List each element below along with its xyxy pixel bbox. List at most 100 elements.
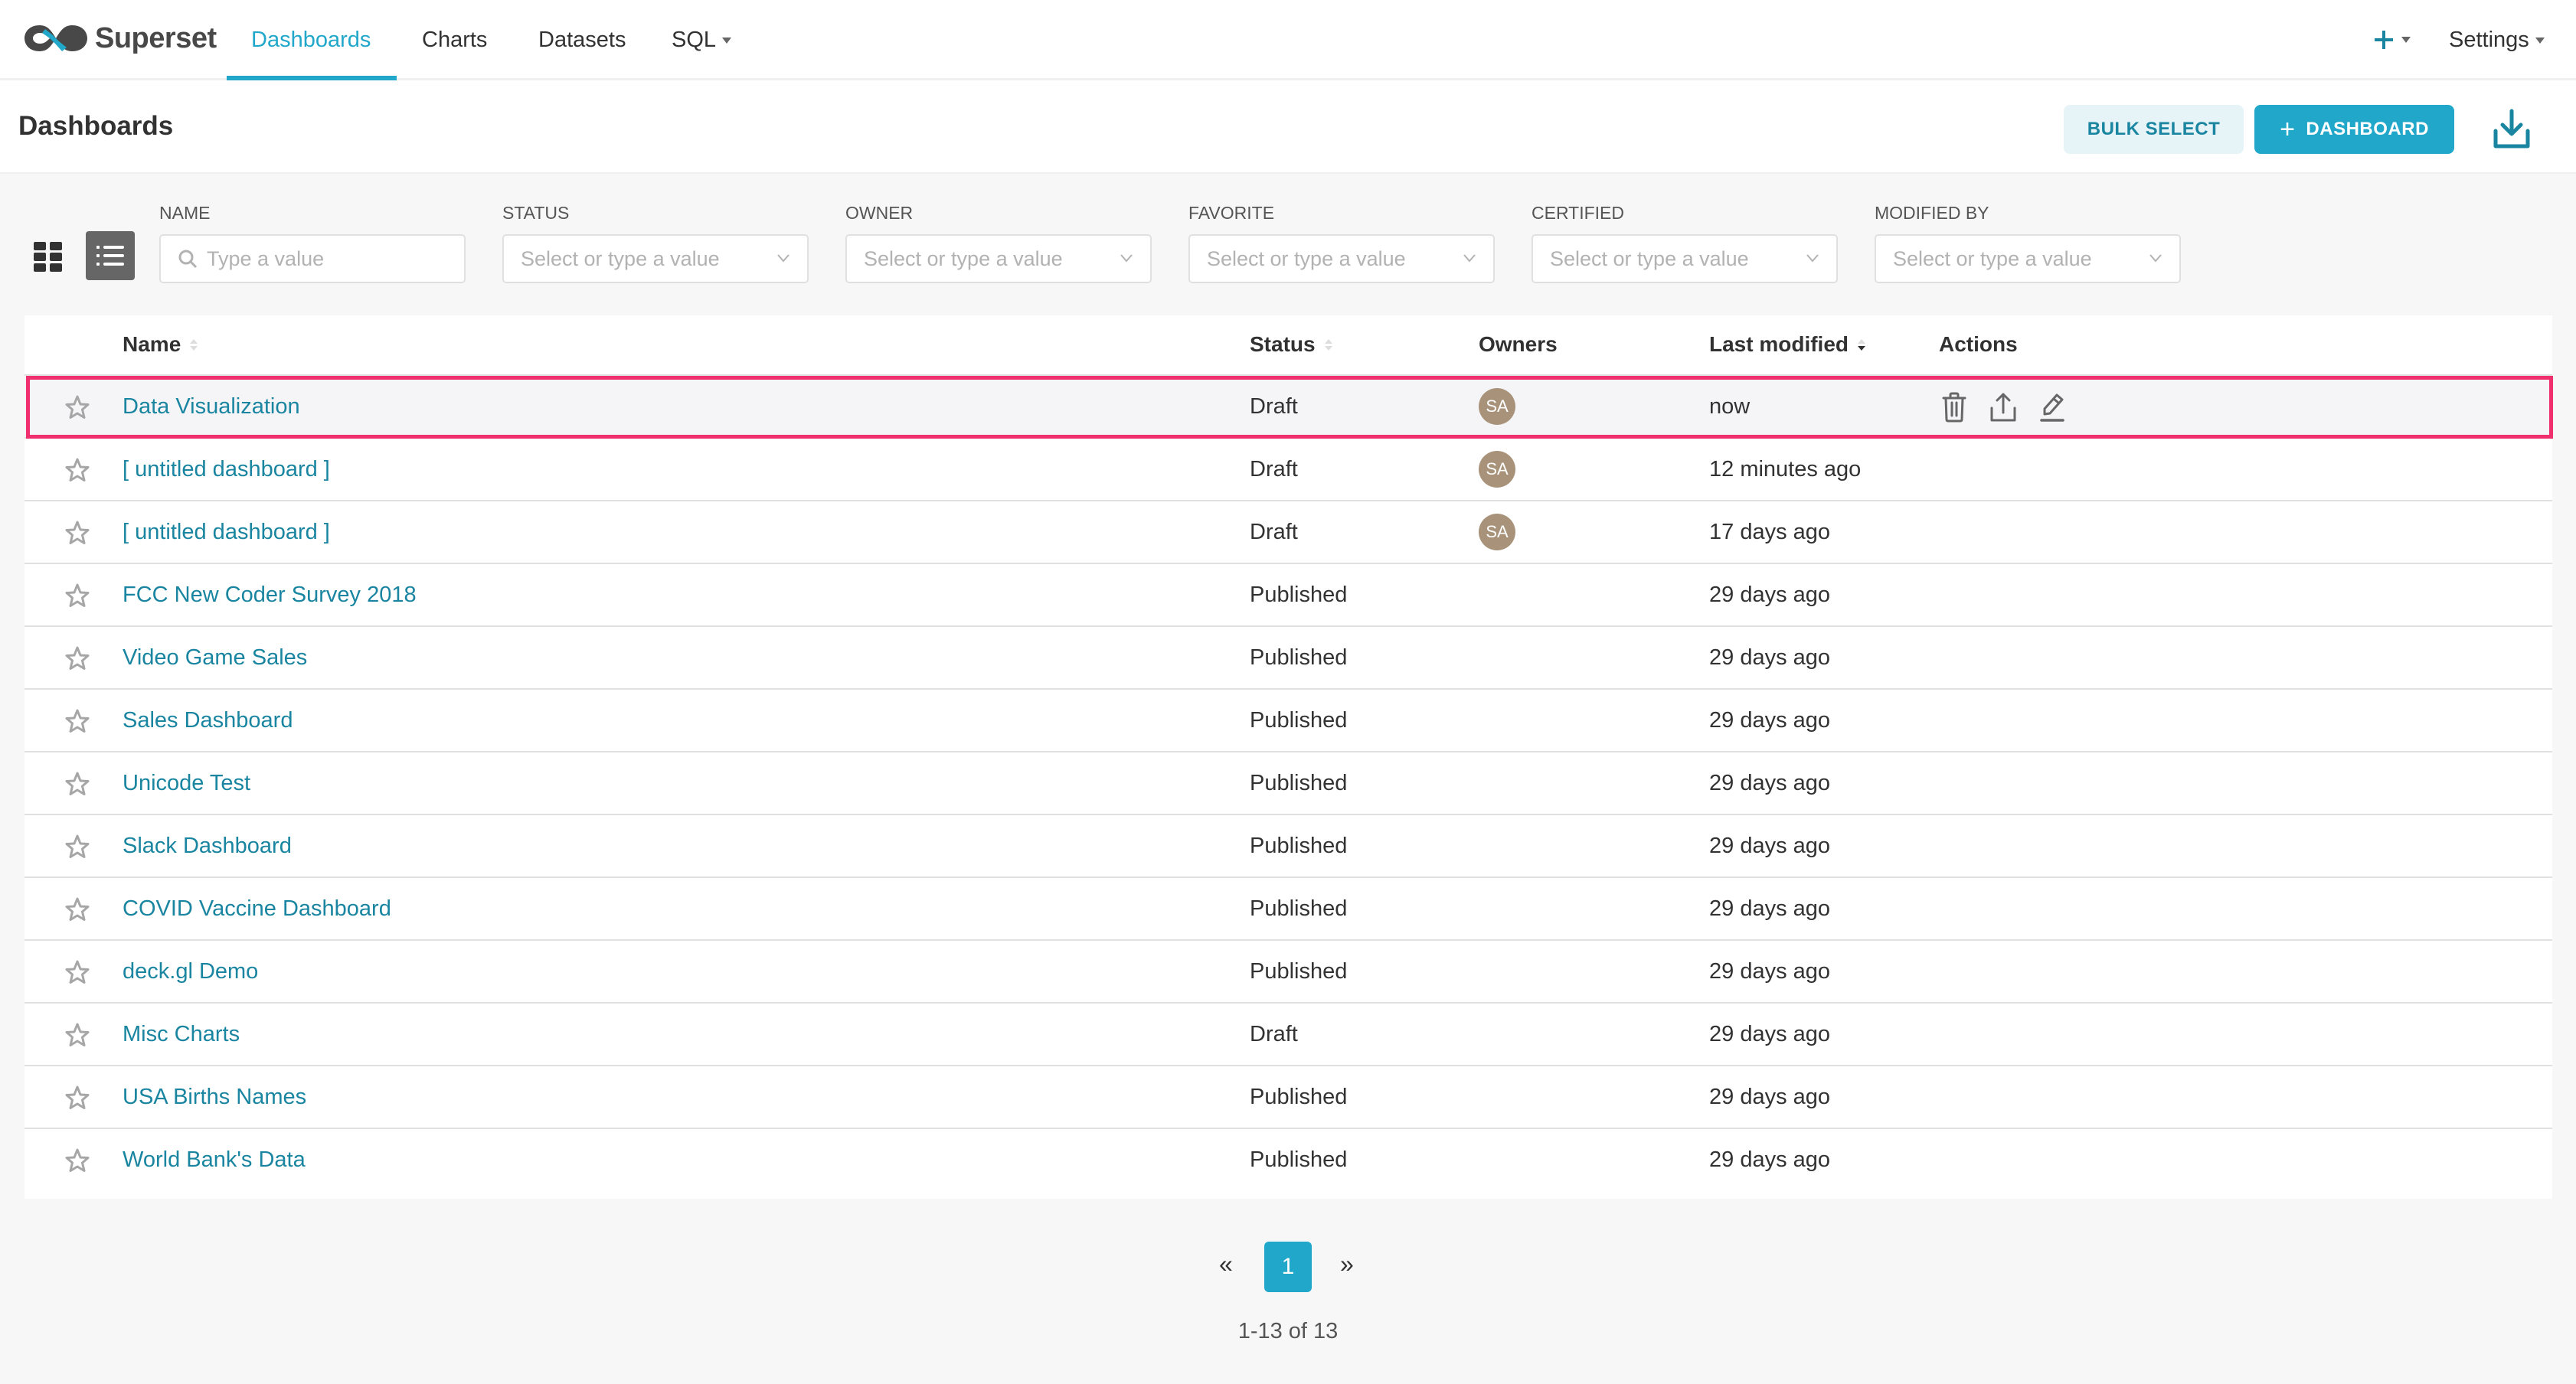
page-header: Dashboards BULK SELECT + DASHBOARD: [0, 80, 2576, 174]
star-icon[interactable]: [64, 896, 90, 922]
status-text: Published: [1250, 645, 1348, 670]
dashboard-name-link[interactable]: Sales Dashboard: [123, 705, 293, 736]
dashboard-name-link[interactable]: World Bank's Data: [123, 1144, 306, 1175]
table-row[interactable]: Video Game Sales Published 29 days ago: [25, 625, 2552, 688]
dashboard-name-link[interactable]: Misc Charts: [123, 1019, 240, 1049]
filter-placeholder: Select or type a value: [864, 246, 1063, 270]
filter-owner: OWNER Select or type a value: [845, 201, 1152, 283]
table-row[interactable]: Misc Charts Draft 29 days ago: [25, 1002, 2552, 1065]
star-icon[interactable]: [64, 394, 90, 420]
nav-dashboards[interactable]: Dashboards: [251, 23, 371, 57]
pagination-page-current[interactable]: 1: [1264, 1242, 1312, 1292]
pagination-prev[interactable]: «: [1219, 1250, 1233, 1278]
table-header: Name Status Owners Last modified Actions: [25, 315, 2552, 374]
pagination-summary: 1-13 of 13: [1237, 1319, 1339, 1343]
table-row[interactable]: deck.gl Demo Published 29 days ago: [25, 939, 2552, 1002]
table-row[interactable]: USA Births Names Published 29 days ago: [25, 1065, 2552, 1128]
dashboard-name-link[interactable]: Unicode Test: [123, 768, 250, 798]
table-row[interactable]: Data Visualization Draft SA now: [25, 374, 2552, 437]
nav-sql[interactable]: SQL: [672, 23, 732, 57]
edit-icon[interactable]: [2037, 391, 2068, 423]
star-icon[interactable]: [64, 834, 90, 860]
card-view-toggle[interactable]: [32, 240, 64, 273]
star-icon[interactable]: [64, 708, 90, 734]
status-text: Published: [1250, 583, 1348, 607]
add-dashboard-button[interactable]: + DASHBOARD: [2254, 105, 2454, 154]
share-icon[interactable]: [1988, 391, 2019, 423]
filter-placeholder: Select or type a value: [1550, 246, 1749, 270]
star-icon[interactable]: [64, 1022, 90, 1048]
filter-certified: CERTIFIED Select or type a value: [1532, 201, 1838, 283]
dashboard-name-link[interactable]: Video Game Sales: [123, 642, 307, 673]
caret-down-icon: [722, 38, 732, 44]
caret-down-icon: [2401, 37, 2411, 43]
chevron-down-icon: [1806, 254, 1819, 263]
star-icon[interactable]: [64, 645, 90, 671]
settings-menu[interactable]: Settings: [2449, 23, 2545, 57]
column-header-actions: Actions: [1939, 332, 2018, 356]
column-header-last-modified[interactable]: Last modified: [1709, 329, 1866, 360]
nav-charts[interactable]: Charts: [422, 23, 487, 57]
last-modified-text: 29 days ago: [1709, 834, 1831, 858]
star-icon[interactable]: [64, 771, 90, 797]
star-icon[interactable]: [64, 959, 90, 985]
nav-sql-label: SQL: [672, 28, 717, 52]
modified-by-select[interactable]: Select or type a value: [1875, 234, 2181, 283]
new-item-menu[interactable]: [2372, 21, 2411, 58]
dashboard-name-link[interactable]: USA Births Names: [123, 1082, 306, 1112]
owner-avatar[interactable]: SA: [1479, 514, 1515, 550]
table-row[interactable]: Slack Dashboard Published 29 days ago: [25, 814, 2552, 876]
name-search-input[interactable]: Type a value: [159, 234, 466, 283]
bulk-select-button[interactable]: BULK SELECT: [2064, 105, 2244, 154]
star-icon[interactable]: [64, 1147, 90, 1173]
status-text: Draft: [1250, 394, 1298, 419]
last-modified-text: now: [1709, 394, 1751, 419]
status-select[interactable]: Select or type a value: [502, 234, 809, 283]
owner-avatar[interactable]: SA: [1479, 451, 1515, 488]
star-icon[interactable]: [64, 457, 90, 483]
filter-name: NAME Type a value: [159, 201, 466, 283]
import-button[interactable]: [2492, 108, 2532, 151]
dashboard-name-link[interactable]: COVID Vaccine Dashboard: [123, 893, 391, 924]
last-modified-text: 17 days ago: [1709, 520, 1831, 544]
search-icon: [178, 250, 198, 269]
table-row[interactable]: Unicode Test Published 29 days ago: [25, 751, 2552, 814]
star-icon[interactable]: [64, 520, 90, 546]
status-text: Published: [1250, 1147, 1348, 1172]
add-dashboard-label: DASHBOARD: [2306, 119, 2429, 139]
settings-label: Settings: [2449, 28, 2529, 52]
dashboard-name-link[interactable]: Slack Dashboard: [123, 831, 292, 861]
table-row[interactable]: FCC New Coder Survey 2018 Published 29 day…: [25, 563, 2552, 625]
star-icon[interactable]: [64, 1085, 90, 1111]
trash-icon[interactable]: [1939, 391, 1970, 423]
status-text: Published: [1250, 959, 1348, 984]
owner-avatar[interactable]: SA: [1479, 388, 1515, 425]
dashboard-name-link[interactable]: [ untitled dashboard ]: [123, 517, 330, 547]
dashboard-name-link[interactable]: FCC New Coder Survey 2018: [123, 579, 417, 610]
superset-logo[interactable]: Superset: [23, 18, 217, 58]
last-modified-text: 29 days ago: [1709, 1147, 1831, 1172]
table-row[interactable]: [ untitled dashboard ] Draft SA 12 minutes …: [25, 437, 2552, 500]
nav-datasets[interactable]: Datasets: [538, 23, 626, 57]
status-text: Draft: [1250, 1022, 1298, 1046]
star-icon[interactable]: [64, 583, 90, 609]
table-row[interactable]: Sales Dashboard Published 29 days ago: [25, 688, 2552, 751]
owner-select[interactable]: Select or type a value: [845, 234, 1152, 283]
dashboard-name-link[interactable]: [ untitled dashboard ]: [123, 454, 330, 485]
column-header-name[interactable]: Name: [123, 329, 198, 360]
table-row[interactable]: [ untitled dashboard ] Draft SA 17 days ago: [25, 500, 2552, 563]
favorite-select[interactable]: Select or type a value: [1188, 234, 1495, 283]
table-row[interactable]: World Bank's Data Published 29 days ago: [25, 1128, 2552, 1190]
column-header-status[interactable]: Status: [1250, 329, 1332, 360]
filter-placeholder: Select or type a value: [1207, 246, 1406, 270]
list-view-toggle[interactable]: [86, 231, 135, 280]
table-row[interactable]: COVID Vaccine Dashboard Published 29 days …: [25, 876, 2552, 939]
chevron-down-icon: [1120, 254, 1133, 263]
certified-select[interactable]: Select or type a value: [1532, 234, 1838, 283]
dashboard-name-link[interactable]: Data Visualization: [123, 391, 300, 422]
dashboard-name-link[interactable]: deck.gl Demo: [123, 956, 258, 987]
filter-label: FAVORITE: [1188, 203, 1275, 223]
filter-label: MODIFIED BY: [1875, 203, 1989, 223]
last-modified-text: 29 days ago: [1709, 771, 1831, 795]
pagination-next[interactable]: »: [1340, 1250, 1354, 1278]
